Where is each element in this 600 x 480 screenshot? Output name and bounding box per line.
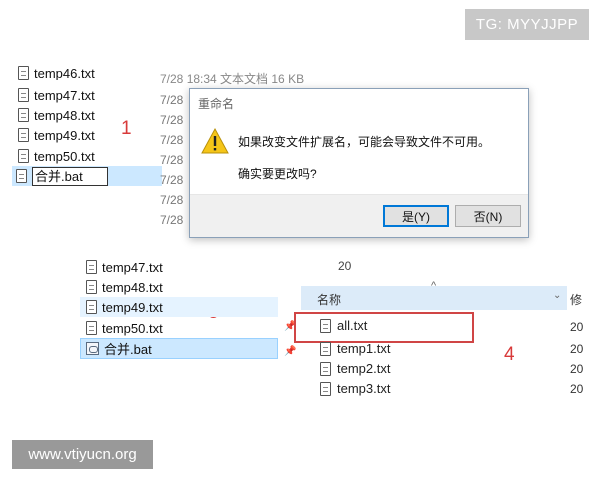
text-file-icon xyxy=(18,66,29,80)
row-date: 20 xyxy=(570,342,584,356)
row-date: 20 xyxy=(570,382,584,396)
list-item[interactable]: temp48.txt xyxy=(86,277,163,297)
warning-icon xyxy=(200,127,230,160)
dialog-question: 确实要更改吗? xyxy=(238,167,317,181)
text-file-icon xyxy=(18,88,29,102)
file-count: 20 xyxy=(338,259,352,273)
list-item[interactable]: temp50.txt xyxy=(86,318,163,338)
list-item[interactable]: temp47.txt xyxy=(18,85,95,105)
column-header-bar: 名称 ^ ⌄ xyxy=(301,280,567,310)
watermark-site: www.vtiyucn.org xyxy=(12,440,153,469)
text-file-icon xyxy=(16,169,27,183)
pin-icon: 📌 xyxy=(284,346,297,357)
batch-file-icon xyxy=(86,341,99,355)
chevron-down-icon[interactable]: ⌄ xyxy=(553,290,561,301)
watermark-tg: TG: MYYJJPP xyxy=(465,9,589,40)
sort-up-icon: ^ xyxy=(431,280,437,292)
text-file-icon xyxy=(86,300,97,314)
rename-input[interactable]: 合并.bat xyxy=(32,166,108,186)
text-file-icon xyxy=(18,149,29,163)
list-item[interactable]: 合并.bat xyxy=(86,338,152,358)
step-label-4: 4 xyxy=(504,344,515,365)
dialog-footer: 是(Y) 否(N) xyxy=(190,194,528,237)
text-file-icon xyxy=(86,260,97,274)
highlight-box xyxy=(294,312,474,343)
list-item[interactable]: temp46.txt xyxy=(18,66,95,80)
column-header-name[interactable]: 名称 xyxy=(317,291,341,308)
text-file-icon xyxy=(18,108,29,122)
rename-row-content: 合并.bat xyxy=(16,166,108,186)
row-date: 20 xyxy=(570,362,584,376)
text-file-icon xyxy=(320,341,331,356)
row-date: 20 xyxy=(570,320,584,334)
column-header-modified[interactable]: 修 xyxy=(570,291,582,308)
cut-off-row: ▬ ▬▬▬ ▬▬ xyxy=(16,188,126,192)
list-item[interactable]: temp47.txt xyxy=(86,257,163,277)
text-file-icon xyxy=(320,361,331,376)
list-item[interactable]: temp49.txt xyxy=(86,297,163,317)
text-file-icon xyxy=(320,381,331,396)
list-item[interactable]: temp3.txt xyxy=(320,381,390,396)
list-item[interactable]: temp50.txt xyxy=(18,146,95,166)
text-file-icon xyxy=(86,321,97,335)
no-button[interactable]: 否(N) xyxy=(455,205,521,227)
list-item[interactable]: temp49.txt xyxy=(18,125,95,145)
step-label-1: 1 xyxy=(121,118,132,139)
dialog-message: 如果改变文件扩展名，可能会导致文件不可用。 xyxy=(238,135,491,149)
list-item[interactable]: temp48.txt xyxy=(18,105,95,125)
text-file-icon xyxy=(18,128,29,142)
text-file-icon xyxy=(86,280,97,294)
yes-button[interactable]: 是(Y) xyxy=(383,205,449,227)
rename-dialog: 重命名 如果改变文件扩展名，可能会导致文件不可用。 确实要更改吗? 是(Y) 否… xyxy=(189,88,529,238)
dialog-title: 重命名 xyxy=(198,97,235,111)
list-item[interactable]: temp2.txt xyxy=(320,361,390,376)
list-item[interactable]: temp1.txt xyxy=(320,341,390,356)
